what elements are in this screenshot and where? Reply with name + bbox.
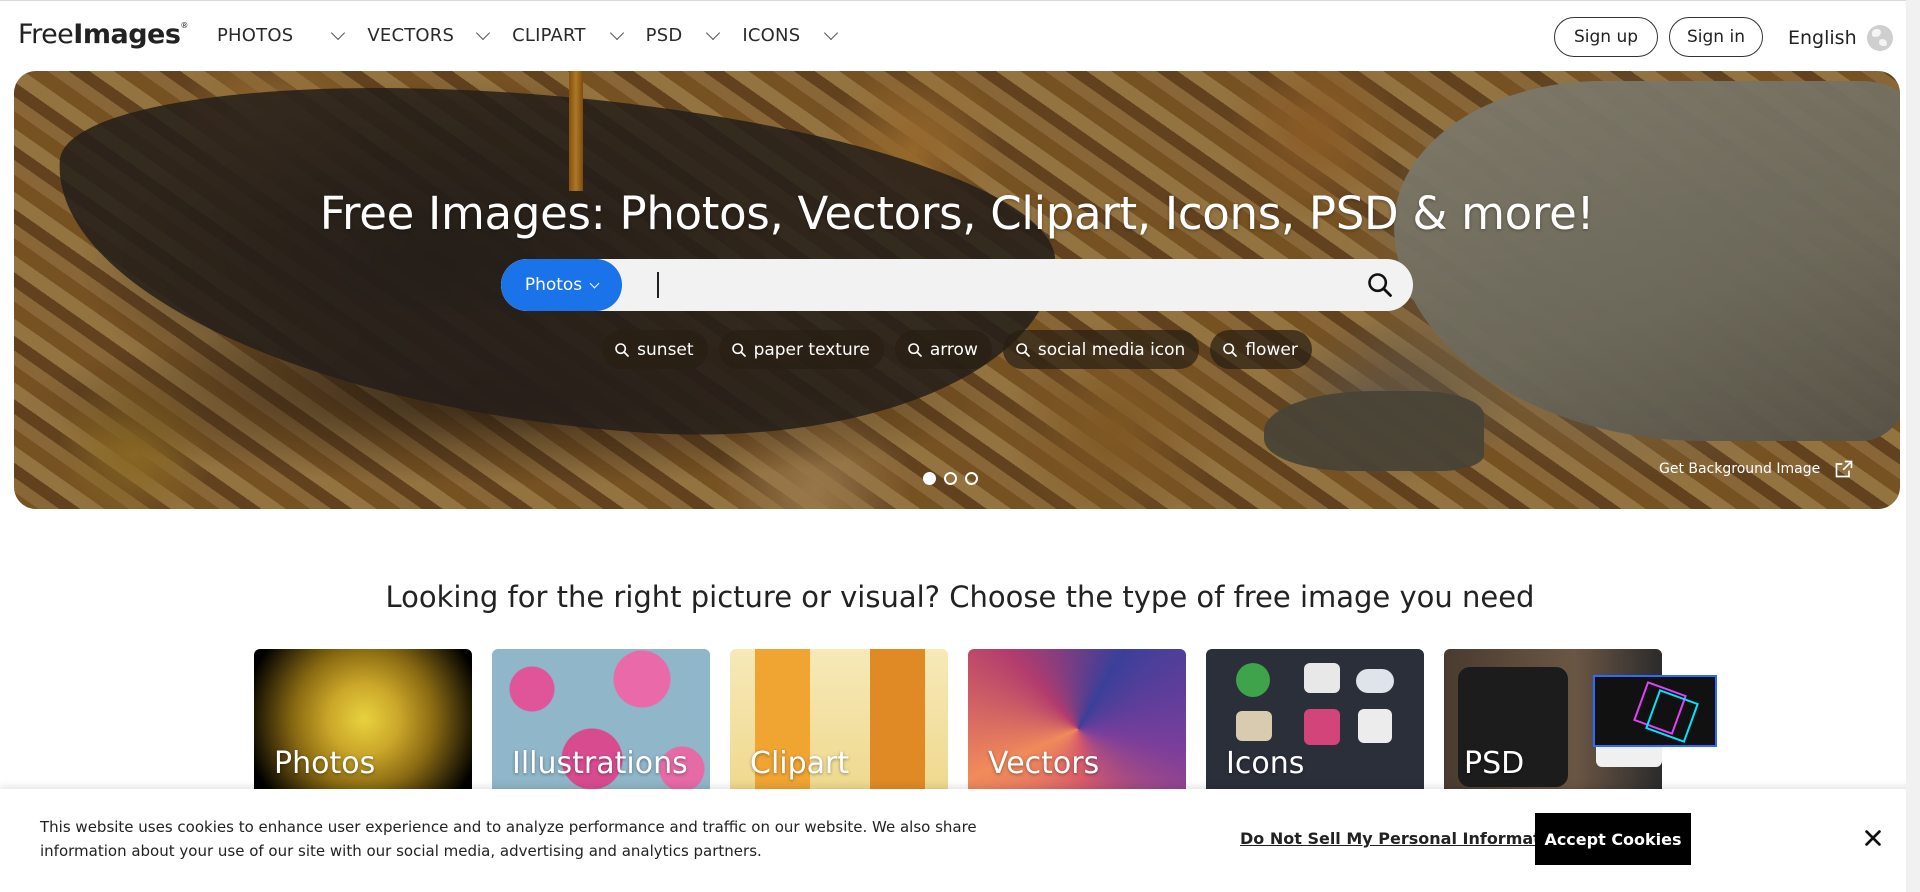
nav-photos[interactable]: PHOTOS <box>217 25 346 46</box>
image-types-heading: Looking for the right picture or visual?… <box>385 580 1535 614</box>
chevron-down-icon[interactable] <box>824 25 839 40</box>
language-selector[interactable]: English <box>1788 25 1893 51</box>
chip-label: arrow <box>929 339 978 360</box>
accept-cookies-button[interactable]: Accept Cookies <box>1535 813 1691 865</box>
language-label: English <box>1788 27 1857 49</box>
logo-text-bold: Images <box>73 19 181 50</box>
carousel-dot-2[interactable] <box>944 472 957 485</box>
search-input[interactable] <box>635 267 1339 305</box>
calendar-app-icon <box>1358 709 1392 743</box>
carousel-dots <box>923 472 978 485</box>
search-icon[interactable] <box>1366 271 1394 299</box>
chip-paper-texture[interactable]: paper texture <box>718 330 884 369</box>
psd-overlay-graphic <box>1593 675 1717 747</box>
nav-psd[interactable]: PSD <box>645 25 721 46</box>
card-label: Photos <box>274 746 376 781</box>
logo-registered-mark: ® <box>180 21 188 30</box>
chevron-down-icon <box>589 278 600 288</box>
cookie-banner: This website uses cookies to enhance use… <box>0 789 1920 892</box>
nav-vectors-label: VECTORS <box>367 25 455 46</box>
search-icon <box>1223 342 1238 357</box>
nav-psd-label: PSD <box>645 25 683 46</box>
nav-vectors[interactable]: VECTORS <box>367 25 491 46</box>
text-cursor <box>657 272 659 298</box>
carousel-dot-1[interactable] <box>923 472 936 485</box>
card-label: Illustrations <box>512 746 688 781</box>
site-header: FreeImages® PHOTOS VECTORS CLIPART PSD I… <box>0 0 1920 70</box>
nav-clipart[interactable]: CLIPART <box>512 25 624 46</box>
card-illustrations[interactable]: Illustrations <box>492 649 710 799</box>
cookie-message: This website uses cookies to enhance use… <box>40 818 977 860</box>
close-icon[interactable] <box>1862 827 1884 849</box>
card-icons[interactable]: Icons <box>1206 649 1424 799</box>
chip-social-media-icon[interactable]: social media icon <box>1002 330 1200 369</box>
search-type-label: Photos <box>524 275 583 295</box>
search-icon <box>615 342 630 357</box>
card-label: Icons <box>1226 746 1305 781</box>
card-photos[interactable]: Photos <box>254 649 472 799</box>
chevron-down-icon[interactable] <box>706 25 721 40</box>
nav-icons-label: ICONS <box>742 25 801 46</box>
page-scrollbar[interactable] <box>1906 0 1920 892</box>
search-icon <box>908 342 922 357</box>
chip-label: social media icon <box>1037 339 1186 360</box>
notes-app-icon <box>1236 711 1272 741</box>
mail-app-icon <box>1304 663 1340 693</box>
get-background-image-link[interactable]: Get Background Image <box>1659 459 1854 479</box>
search-type-dropdown[interactable]: Photos <box>501 259 622 311</box>
hero-banner: Free Images: Photos, Vectors, Clipart, I… <box>14 71 1900 509</box>
cloud-app-icon <box>1356 669 1394 693</box>
hero-title: Free Images: Photos, Vectors, Clipart, I… <box>319 187 1595 240</box>
sign-in-button[interactable]: Sign in <box>1669 17 1763 57</box>
external-link-icon <box>1835 460 1853 478</box>
chip-label: paper texture <box>753 339 870 360</box>
chip-flower[interactable]: flower <box>1210 330 1312 369</box>
chevron-down-icon[interactable] <box>609 25 624 40</box>
chip-label: flower <box>1245 339 1298 360</box>
get-background-image-label: Get Background Image <box>1659 461 1821 477</box>
nav-icons[interactable]: ICONS <box>742 25 839 46</box>
chip-label: sunset <box>637 339 694 360</box>
nav-clipart-label: CLIPART <box>512 25 586 46</box>
image-type-cards: Photos Illustrations Clipart Vectors Ico… <box>254 649 1662 799</box>
logo-text-regular: Free <box>18 19 74 50</box>
main-nav: PHOTOS VECTORS CLIPART PSD ICONS <box>217 25 839 46</box>
suggested-searches: sunset paper texture arrow social media … <box>14 330 1900 369</box>
card-label: Clipart <box>750 746 850 781</box>
card-label: Vectors <box>988 746 1100 781</box>
card-label: PSD <box>1464 746 1525 781</box>
search-icon <box>731 342 746 357</box>
search-bar: Photos <box>501 259 1413 311</box>
search-icon <box>1016 342 1030 357</box>
card-vectors[interactable]: Vectors <box>968 649 1186 799</box>
chevron-down-icon[interactable] <box>476 25 491 40</box>
sign-up-button[interactable]: Sign up <box>1554 17 1658 57</box>
photo-app-icon <box>1304 709 1340 745</box>
nav-photos-label: PHOTOS <box>217 25 294 46</box>
chip-arrow[interactable]: arrow <box>894 330 992 369</box>
do-not-sell-link[interactable]: Do Not Sell My Personal Information <box>1240 829 1569 848</box>
chevron-down-icon[interactable] <box>331 25 346 40</box>
globe-icon <box>1866 25 1893 51</box>
chip-sunset[interactable]: sunset <box>602 330 708 369</box>
site-logo[interactable]: FreeImages® <box>18 19 188 50</box>
carousel-dot-3[interactable] <box>965 472 978 485</box>
clock-app-icon <box>1236 663 1270 697</box>
card-clipart[interactable]: Clipart <box>730 649 948 799</box>
